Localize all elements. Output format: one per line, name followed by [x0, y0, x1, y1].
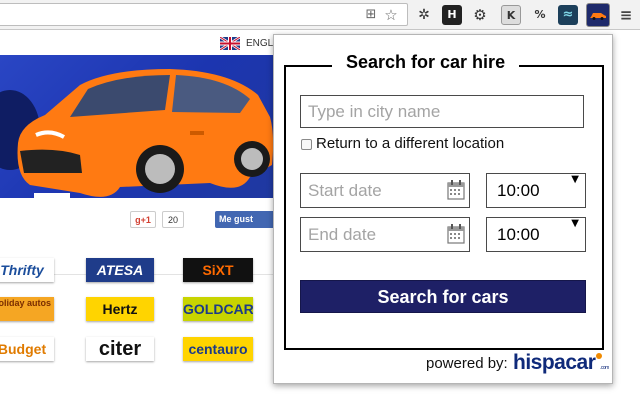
- hispacar-logo[interactable]: hispacar .com: [513, 351, 609, 375]
- brand-logo-centauro[interactable]: centauro: [183, 337, 253, 361]
- brand-logo-holiday-autos[interactable]: holiday autos: [0, 297, 54, 321]
- browser-toolbar: ⊞ ☆ ✲ H ⚙ K % ≈ ≡: [0, 0, 640, 30]
- brand-logo-budget[interactable]: Budget: [0, 337, 54, 361]
- return-different-checkbox[interactable]: [301, 139, 312, 150]
- menu-icon[interactable]: ≡: [616, 5, 636, 25]
- start-time-select[interactable]: 10:00 ▼: [486, 173, 586, 208]
- wave-extension-icon[interactable]: ≈: [558, 5, 578, 25]
- brand-logo-goldcar[interactable]: GOLDCAR: [183, 297, 253, 321]
- percent-icon[interactable]: %: [530, 5, 550, 25]
- car-extension-icon[interactable]: [586, 3, 610, 27]
- uk-flag-icon: [220, 37, 240, 50]
- language-selector[interactable]: ENGL: [220, 37, 273, 50]
- chevron-down-icon: ▼: [571, 218, 579, 229]
- calendar-icon[interactable]: [447, 180, 465, 200]
- car-hire-popup: Search for car hire Type in city name Re…: [273, 34, 613, 384]
- brand-logo-sixt[interactable]: SiXT: [183, 258, 253, 282]
- address-bar[interactable]: ⊞ ☆: [0, 3, 408, 26]
- k-extension-icon[interactable]: K: [501, 5, 521, 25]
- brand-dot: [596, 353, 602, 359]
- google-plus-count: 20: [162, 211, 184, 228]
- translate-icon[interactable]: ⊞: [363, 7, 379, 23]
- brand-logo-citer[interactable]: citer: [86, 337, 154, 361]
- hispacar-brand-suffix: .com: [600, 365, 609, 371]
- city-input[interactable]: Type in city name: [300, 95, 584, 128]
- chevron-down-icon: ▼: [571, 174, 579, 185]
- start-date-input[interactable]: Start date: [300, 173, 470, 208]
- end-date-placeholder: End date: [308, 225, 377, 244]
- star-icon[interactable]: ☆: [383, 7, 399, 23]
- city-input-placeholder: Type in city name: [308, 102, 441, 121]
- brand-logo-atesa[interactable]: ATESA: [86, 258, 154, 282]
- search-cars-button[interactable]: Search for cars: [300, 280, 586, 313]
- calendar-icon[interactable]: [447, 224, 465, 244]
- brand-logo-thrifty[interactable]: Thrifty: [0, 258, 54, 282]
- powered-by-label: powered by:: [426, 355, 508, 372]
- start-date-placeholder: Start date: [308, 181, 382, 200]
- end-date-input[interactable]: End date: [300, 217, 470, 252]
- popup-title: Search for car hire: [332, 52, 520, 73]
- end-time-value: 10:00: [497, 225, 540, 244]
- h-extension-icon[interactable]: H: [442, 5, 462, 25]
- facebook-like-label: Me gust: [219, 214, 254, 224]
- language-label: ENGL: [246, 38, 274, 50]
- brand-logo-hertz[interactable]: Hertz: [86, 297, 154, 321]
- google-plus-button[interactable]: g+1: [130, 211, 156, 228]
- hispacar-brand-name: hispacar: [513, 351, 596, 374]
- end-time-select[interactable]: 10:00 ▼: [486, 217, 586, 252]
- gear-icon[interactable]: ⚙: [470, 5, 490, 25]
- bug-icon[interactable]: ✲: [414, 5, 434, 25]
- hero-banner: [0, 55, 290, 198]
- start-time-value: 10:00: [497, 181, 540, 200]
- car-image: [0, 69, 274, 198]
- return-different-label: Return to a different location: [316, 135, 505, 152]
